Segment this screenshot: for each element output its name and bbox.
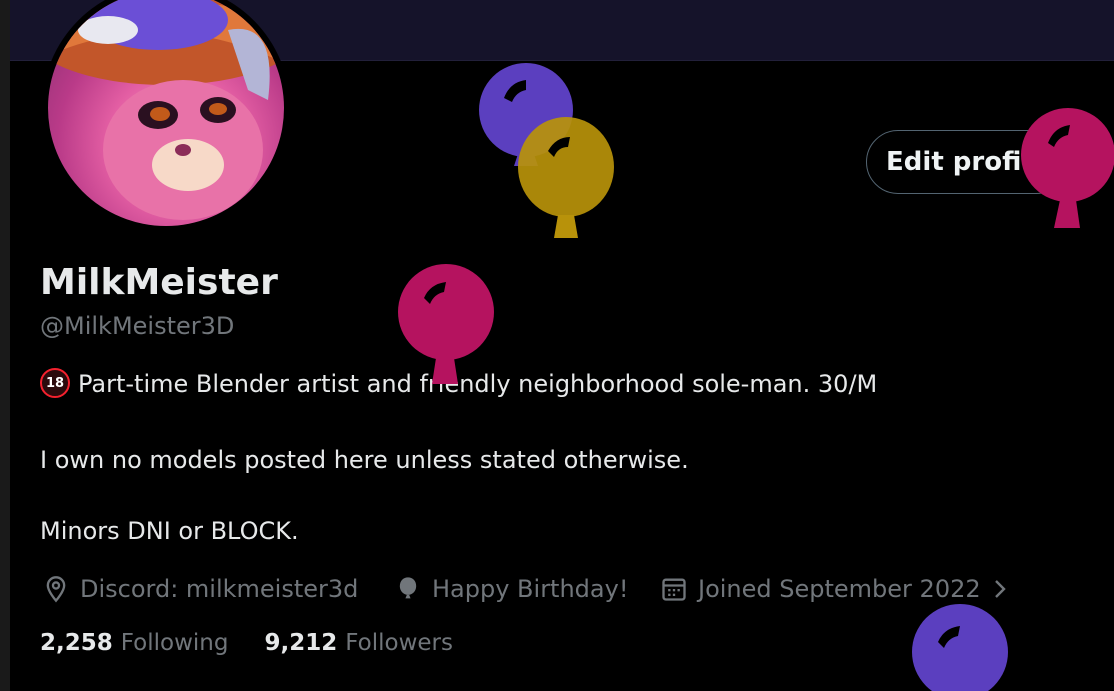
bio-line-2: I own no models posted here unless state… bbox=[40, 446, 689, 474]
display-name: MilkMeister bbox=[40, 262, 278, 303]
balloon-purple-bottom bbox=[912, 604, 1008, 691]
balloon-gold bbox=[518, 117, 614, 238]
followers-label: Followers bbox=[345, 630, 453, 656]
user-handle: @MilkMeister3D bbox=[40, 312, 235, 340]
following-label: Following bbox=[120, 630, 229, 656]
following-count: 2,258 bbox=[40, 630, 113, 656]
chevron-right-icon[interactable] bbox=[989, 576, 1011, 602]
followers-link[interactable]: 9,212 Followers bbox=[264, 630, 453, 656]
birthday-item: Happy Birthday! bbox=[394, 572, 628, 606]
follow-stats: 2,258 Following 9,212 Followers bbox=[40, 630, 489, 656]
location-pin-icon bbox=[46, 576, 66, 603]
no-under-18-icon: 18 bbox=[40, 368, 70, 398]
balloon-pink-middle bbox=[398, 264, 494, 384]
balloon-pink-right bbox=[1021, 108, 1114, 228]
balloon-icon bbox=[399, 577, 417, 599]
avatar[interactable] bbox=[42, 0, 290, 232]
joined-text: Joined September 2022 bbox=[698, 575, 981, 603]
location-text: Discord: milkmeister3d bbox=[80, 575, 359, 603]
bio-line-3: Minors DNI or BLOCK. bbox=[40, 517, 299, 545]
following-link[interactable]: 2,258 Following bbox=[40, 630, 228, 656]
joined-item[interactable]: Joined September 2022 bbox=[660, 572, 1011, 606]
location-item: Discord: milkmeister3d bbox=[42, 572, 358, 606]
calendar-icon bbox=[662, 578, 686, 601]
birthday-text: Happy Birthday! bbox=[432, 575, 629, 603]
avatar-image bbox=[48, 0, 284, 226]
followers-count: 9,212 bbox=[264, 630, 338, 656]
